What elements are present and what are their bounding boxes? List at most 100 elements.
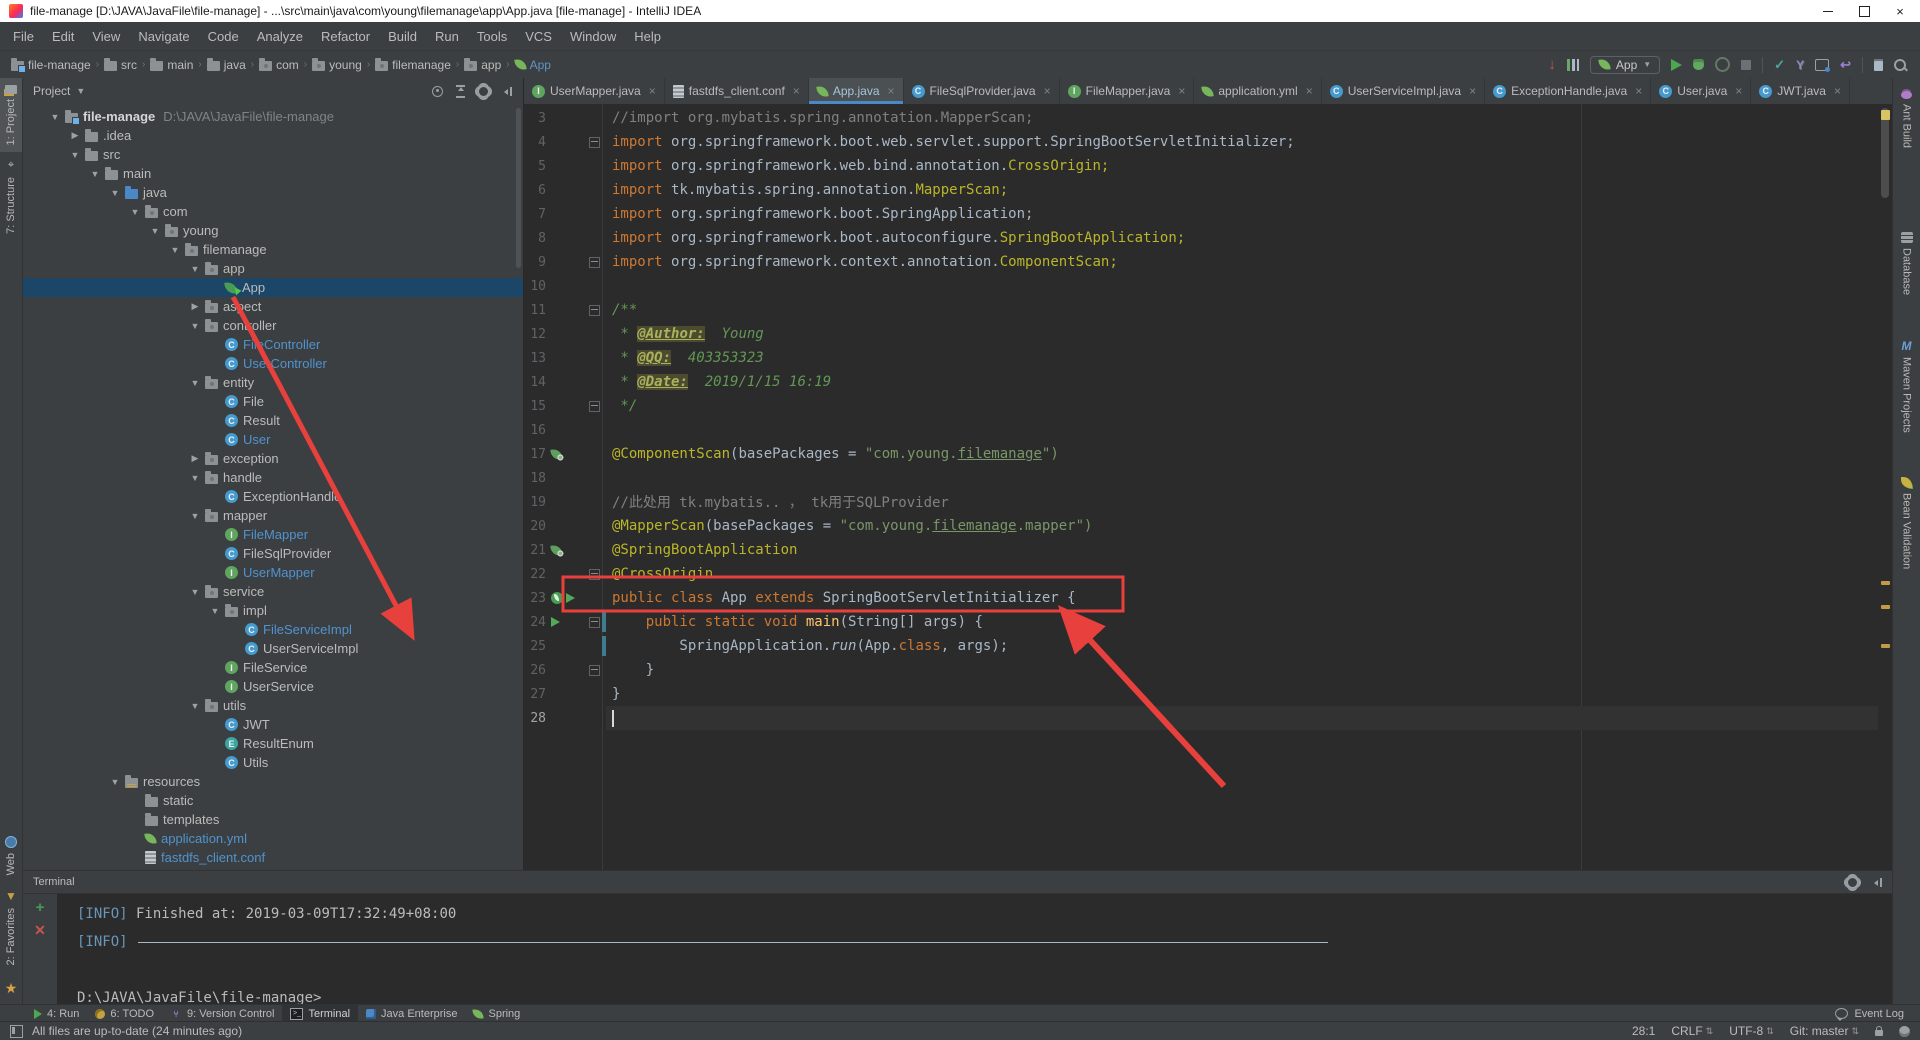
search-everywhere-icon[interactable] [1894,58,1906,71]
vcs-commit-button[interactable]: ✓ [1774,57,1785,73]
hide-icon[interactable] [1871,877,1882,887]
tab-close-icon[interactable]: × [1044,84,1051,98]
expander-icon[interactable]: ▼ [109,188,121,198]
tab-JWT.java[interactable]: C JWT.java × [1751,78,1850,104]
expander-icon[interactable]: ▼ [189,473,201,483]
code-line-21[interactable]: 21 @SpringBootApplication [524,538,1878,562]
tree-item-service[interactable]: ▼ service [23,582,523,601]
expander-icon[interactable]: ▼ [189,587,201,597]
menu-code[interactable]: Code [199,29,248,44]
tab-UserMapper.java[interactable]: I UserMapper.java × [524,78,665,104]
expander-icon[interactable]: ▼ [149,226,161,236]
run-button[interactable] [1671,58,1683,71]
breadcrumb-item-app[interactable]: app [461,57,504,72]
locate-file-button[interactable] [431,85,444,98]
expander-icon[interactable]: ▼ [169,245,181,255]
tab-fastdfs_client.conf[interactable]: fastdfs_client.conf × [665,78,809,104]
code-line-10[interactable]: 10 [524,274,1878,298]
minimize-button[interactable] [1810,0,1846,22]
tree-item-Result[interactable]: C Result [23,411,523,430]
tree-item-com[interactable]: ▼ com [23,202,523,221]
tab-close-icon[interactable]: × [1306,84,1313,98]
hide-panel-button[interactable] [500,85,513,98]
rollback-button[interactable]: ↩ [1840,57,1851,73]
tree-item-static[interactable]: static [23,791,523,810]
breadcrumb-item-java[interactable]: java [204,57,249,72]
toolwindow-toggle-icon[interactable] [10,1024,23,1038]
tree-item-FileController[interactable]: C FileController [23,335,523,354]
expander-icon[interactable]: ▼ [189,321,201,331]
new-session-button[interactable]: + [36,900,45,915]
tab-FileSqlProvider.java[interactable]: C FileSqlProvider.java × [904,78,1060,104]
tree-item-controller[interactable]: ▼ controller [23,316,523,335]
code-line-20[interactable]: 20 @MapperScan (basePackages = "com.young.… [524,514,1878,538]
stripe-button-favorites[interactable]: ▼ 2: Favorites [0,883,22,972]
toolwindow-button-4-run[interactable]: 4: Run [26,1005,87,1022]
run-line-icon[interactable] [566,593,575,603]
menu-build[interactable]: Build [379,29,426,44]
error-stripe-mark[interactable] [1881,581,1890,585]
code-line-28[interactable]: 28 [524,706,1878,730]
tree-item-impl[interactable]: ▼ impl [23,601,523,620]
menu-window[interactable]: Window [561,29,625,44]
code-line-14[interactable]: 14 * @Date: 2019/1/15 16:19 [524,370,1878,394]
tab-application.yml[interactable]: application.yml × [1194,78,1322,104]
stripe-button-maven[interactable]: M Maven Projects [1893,332,1920,440]
tab-FileMapper.java[interactable]: I FileMapper.java × [1060,78,1195,104]
expander-icon[interactable]: ▼ [129,207,141,217]
tab-close-icon[interactable]: × [1834,84,1841,98]
vcs-branch-button[interactable]: Y [1796,58,1804,72]
tree-item-FileMapper[interactable]: I FileMapper [23,525,523,544]
terminal-output[interactable]: [INFO] Finished at: 2019-03-09T17:32:49+… [57,894,1892,1012]
terminal-header[interactable]: Terminal [23,871,1892,894]
tree-item-FileService[interactable]: I FileService [23,658,523,677]
fold-column[interactable] [587,616,602,628]
breadcrumb-item-App[interactable]: App [512,58,554,72]
tree-item-filemanage[interactable]: ▼ filemanage [23,240,523,259]
code-line-16[interactable]: 16 [524,418,1878,442]
menu-tools[interactable]: Tools [468,29,516,44]
code-line-15[interactable]: 15 */ [524,394,1878,418]
tab-close-icon[interactable]: × [649,84,656,98]
toolwindow-button-terminal[interactable]: >_ Terminal [282,1005,359,1022]
tree-item-File[interactable]: C File [23,392,523,411]
expander-icon[interactable]: ▼ [109,777,121,787]
expander-icon[interactable]: ▼ [209,606,221,616]
lock-icon[interactable] [1875,1025,1883,1036]
toolwindow-layout-icon[interactable] [1566,58,1579,71]
tree-item-UserMapper[interactable]: I UserMapper [23,563,523,582]
download-sources-icon[interactable]: ↓ [1548,56,1556,73]
expander-icon[interactable]: ▼ [189,701,201,711]
tab-UserServiceImpl.java[interactable]: C UserServiceImpl.java × [1322,78,1486,104]
chevron-down-icon[interactable]: ▼ [76,86,85,96]
toolwindow-button-spring[interactable]: Spring [465,1005,528,1022]
event-log-button[interactable]: Event Log [1835,1008,1920,1021]
tab-close-icon[interactable]: × [888,84,895,98]
tree-item-JWT[interactable]: C JWT [23,715,523,734]
fold-column[interactable] [587,304,602,316]
expander-icon[interactable]: ▼ [69,150,81,160]
stop-button[interactable] [1741,59,1752,70]
fold-icon[interactable] [589,256,600,268]
expander-icon[interactable]: ▼ [89,169,101,179]
tree-item-handle[interactable]: ▼ handle [23,468,523,487]
code-line-3[interactable]: 3 //import org.mybatis.spring.annotation.… [524,106,1878,130]
toolwindow-button-9-version-control[interactable]: ⑂ 9: Version Control [162,1005,282,1022]
favorites-star-icon[interactable]: ★ [5,980,18,997]
fold-icon[interactable] [589,568,600,580]
fold-column[interactable] [587,568,602,580]
code-line-22[interactable]: 22 @CrossOrigin [524,562,1878,586]
run-configuration-select[interactable]: App ▼ [1589,55,1661,74]
tree-item-App[interactable]: App [23,278,523,297]
code-line-8[interactable]: 8 import org.springframework.boot.autocon… [524,226,1878,250]
tree-item-mapper[interactable]: ▼ mapper [23,506,523,525]
code-line-17[interactable]: 17 @ComponentScan (basePackages = "com.you… [524,442,1878,466]
tree-item-User[interactable]: C User [23,430,523,449]
tree-item-.idea[interactable]: ▶ .idea [23,126,523,145]
fold-icon[interactable] [589,304,600,316]
paste-button[interactable] [1874,58,1883,71]
stripe-button-structure[interactable]: ⌖ 7: Structure [0,152,22,241]
menu-help[interactable]: Help [625,29,670,44]
breadcrumb-item-file-manage[interactable]: file-manage [8,57,94,73]
menu-view[interactable]: View [83,29,129,44]
